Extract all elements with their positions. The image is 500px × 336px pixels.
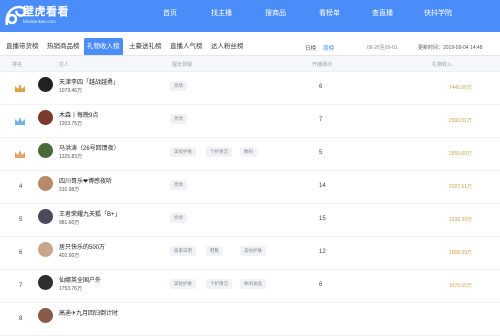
nav-rankings[interactable]: 看榜单 [319,8,340,18]
avatar[interactable] [38,143,53,158]
fan-count: 402.60万 [59,253,80,259]
fan-count: 1079.46万 [59,88,83,94]
influencer-name[interactable]: 天津李四「越战越勇」 [59,77,119,86]
ranking-tabs: 直播带货榜 热销商品榜 礼物收入榜 土豪送礼榜 直播人气榜 达人粉丝榜 日榜 周… [0,32,500,56]
dimension-label: 日榜 [305,46,317,52]
tab-hot-products[interactable]: 热销商品榜 [44,39,83,54]
specialty-tag: 美妆护肤 [240,246,266,256]
session-count: 6 [319,84,323,90]
specialty-tag: 个护清洁 [206,279,232,289]
specialty-tag: 数码 [240,147,257,157]
avatar[interactable] [38,77,53,92]
tab-popularity[interactable]: 直播人气榜 [167,39,206,54]
influencer-name[interactable]: 四川哥乐❤博感夜听 [59,176,112,185]
dimension-select[interactable]: 周榜 [323,44,334,52]
gift-income: 1676.65万 [448,283,472,289]
nav-find-anchor[interactable]: 找主播 [211,8,232,18]
avatar[interactable] [38,176,53,191]
specialty-tag: 美妆护肤 [170,279,196,289]
col-specialty: 擅长领域 [172,62,193,68]
specialty-tag: 亮场 [170,213,187,223]
crown-icon [15,150,25,158]
table-header: 排名 达人 擅长领域 开播场次 礼物收入 [0,56,500,72]
gift-income: 2990.51万 [448,118,472,124]
specialty-tag: 亮场 [170,81,187,91]
rank-number: 5 [19,217,23,223]
gift-income: 7445.66万 [448,85,472,91]
specialty-tag: 亮场 [170,180,187,190]
nav-academy[interactable]: 快抖学院 [424,8,452,18]
gift-income: 1868.39万 [448,250,472,256]
gift-income: 2027.51万 [448,184,472,190]
crown-icon [15,117,25,125]
crown-icon [15,84,25,92]
col-influencer: 达人 [59,62,70,68]
session-count: 6 [319,282,323,288]
nav-home[interactable]: 首页 [163,8,177,18]
rank-number: 4 [19,184,23,190]
table-row[interactable]: 5 王者荣耀九天狐「B+」 981.60万 亮场 15 1939.39万 [0,204,500,237]
specialty-tag: 居家日用 [170,246,196,256]
session-count: 5 [319,150,323,156]
influencer-name[interactable]: 高迪✈九月回归倒计时 [59,308,118,317]
gift-income: 1939.39万 [448,217,472,223]
tab-fans[interactable]: 达人粉丝榜 [208,39,247,54]
rank-number: 8 [19,316,23,322]
gift-income: 2855.60万 [448,151,472,157]
col-rank: 排名 [12,62,23,68]
table-row[interactable]: 6 居只快乐的500万 402.60万 居家日用 鞋靴 美妆护肤 12 1868.39万 [0,237,500,270]
date-range[interactable]: 08-26至09-01 [367,44,398,51]
fan-count: 981.60万 [59,220,80,226]
fan-count: 1325.83万 [59,154,83,160]
top-nav-bar: 壁虎看看 bihukankan.com 首页 找主播 搜商品 看榜单 查直播 快… [0,0,500,32]
fan-count: 310.98万 [59,187,80,193]
influencer-name[interactable]: 马洪涛（26号回馈夜） [59,143,120,152]
fan-count: 1753.76万 [59,286,83,292]
rank-number: 7 [19,283,23,289]
avatar[interactable] [38,110,53,125]
specialty-tag: 亮场 [170,114,187,124]
tab-sales-rank[interactable]: 直播带货榜 [3,39,42,54]
specialty-tag: 美妆护肤 [170,147,196,157]
influencer-name[interactable]: 木森丨每晚9点 [59,110,98,119]
update-time: 更新时间：2019-09-04 14:48 [418,45,483,51]
specialty-tag: 休闲食品 [240,279,266,289]
nav-search-products[interactable]: 搜商品 [265,8,286,18]
avatar[interactable] [38,242,53,257]
session-count: 12 [319,249,326,255]
influencer-name[interactable]: 仙娜英全国户外 [59,275,101,284]
specialty-tag: 个护清洁 [206,147,232,157]
specialty-tag: 鞋靴 [206,246,223,256]
avatar[interactable] [38,209,53,224]
session-count: 14 [319,183,326,189]
col-sessions: 开播场次 [312,62,333,68]
brand-name[interactable]: 壁虎看看 [23,3,69,19]
col-gift-income: 礼物收入 [432,62,453,68]
influencer-name[interactable]: 王者荣耀九天狐「B+」 [59,209,121,218]
table-row[interactable]: 马洪涛（26号回馈夜） 1325.83万 美妆护肤 个护清洁 数码 5 2855.60万 [0,138,500,171]
table-row[interactable]: 7 仙娜英全国户外 1753.76万 美妆护肤 个护清洁 休闲食品 6 1676.65万 [0,270,500,303]
table-row[interactable]: 天津李四「越战越勇」 1079.46万 亮场 6 7445.66万 [0,72,500,105]
table-row[interactable]: 8 高迪✈九月回归倒计时 [0,303,500,336]
brand-domain: bihukankan.com [23,19,56,24]
session-count: 7 [319,117,323,123]
influencer-name[interactable]: 居只快乐的500万 [59,242,105,251]
tab-top-gifters[interactable]: 土豪送礼榜 [126,39,165,54]
rank-number: 6 [19,250,23,256]
nav-live-lookup[interactable]: 查直播 [372,8,393,18]
tab-gift-income[interactable]: 礼物收入榜 [84,38,123,55]
session-count: 15 [319,216,326,222]
avatar[interactable] [38,275,53,290]
fan-count: 1203.75万 [59,121,83,127]
table-row[interactable]: 木森丨每晚9点 1203.75万 亮场 7 2990.51万 [0,105,500,138]
table-row[interactable]: 4 四川哥乐❤博感夜听 310.98万 亮场 14 2027.51万 [0,171,500,204]
